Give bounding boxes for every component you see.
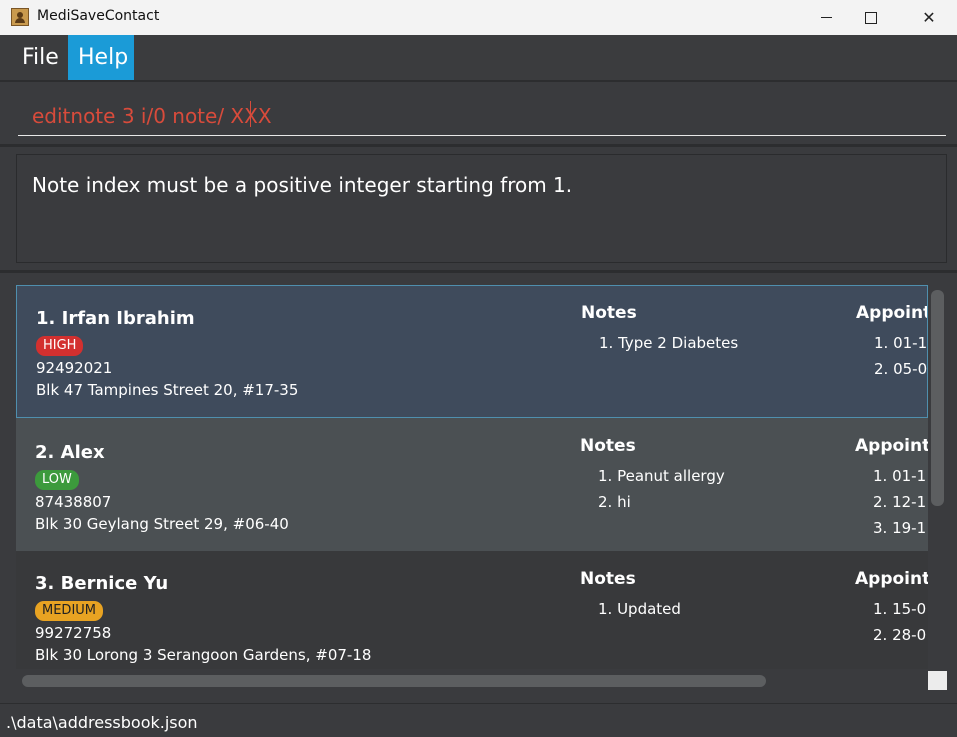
note-item: 1. Peanut allergy [598, 467, 725, 485]
person-phone: 92492021 [36, 359, 113, 377]
notes-title: Notes [580, 569, 636, 589]
result-display: Note index must be a positive integer st… [0, 147, 957, 273]
note-item: 2. hi [598, 493, 631, 511]
person-list[interactable]: 1. Irfan Ibrahim HIGH 92492021 Blk 47 Ta… [16, 285, 928, 669]
text-caret [250, 101, 251, 127]
status-bar: .\data\addressbook.json [0, 703, 957, 737]
person-address: Blk 30 Lorong 3 Serangoon Gardens, #07-1… [35, 646, 372, 664]
contact-book-icon [11, 8, 29, 26]
minimize-icon [820, 17, 832, 18]
appointments-title: Appointr [855, 436, 928, 456]
person-card[interactable]: 2. Alex LOW 87438807 Blk 30 Geylang Stre… [16, 418, 928, 551]
person-phone: 87438807 [35, 493, 112, 511]
scrollbar-corner [928, 671, 947, 690]
appointment-item: 2. 12-1 [873, 493, 927, 511]
person-card[interactable]: 1. Irfan Ibrahim HIGH 92492021 Blk 47 Ta… [16, 285, 928, 418]
person-name: 3. Bernice Yu [35, 573, 169, 594]
person-name: 1. Irfan Ibrahim [36, 308, 195, 329]
appointment-item: 1. 15-0 [873, 600, 927, 618]
appointment-item: 1. 01-1 [874, 334, 928, 352]
menu-help[interactable]: Help [68, 35, 134, 80]
menu-file[interactable]: File [12, 35, 69, 80]
appointment-item: 2. 28-0 [873, 626, 927, 644]
close-icon: ✕ [922, 8, 936, 27]
maximize-icon [865, 11, 877, 24]
result-message: Note index must be a positive integer st… [32, 173, 573, 197]
appointment-item: 2. 05-0 [874, 360, 928, 378]
result-box: Note index must be a positive integer st… [16, 154, 947, 263]
priority-tag: LOW [35, 470, 79, 490]
notes-title: Notes [580, 436, 636, 456]
appointments-title: Appointr [856, 303, 927, 323]
horizontal-scrollbar[interactable] [22, 675, 766, 687]
person-name: 2. Alex [35, 442, 105, 463]
person-card[interactable]: 3. Bernice Yu MEDIUM 99272758 Blk 30 Lor… [16, 551, 928, 669]
appointment-item: 1. 01-1 [873, 467, 927, 485]
command-box [0, 82, 957, 147]
title-bar: MediSaveContact ✕ [0, 0, 957, 35]
person-phone: 99272758 [35, 624, 112, 642]
note-item: 1. Updated [598, 600, 681, 618]
priority-tag: MEDIUM [35, 601, 104, 621]
note-item: 1. Type 2 Diabetes [599, 334, 739, 352]
notes-title: Notes [581, 303, 637, 323]
close-button[interactable]: ✕ [906, 0, 952, 35]
data-file-path: .\data\addressbook.json [6, 713, 198, 732]
command-input[interactable] [18, 96, 946, 136]
person-address: Blk 30 Geylang Street 29, #06-40 [35, 515, 289, 533]
window-title: MediSaveContact [37, 8, 160, 24]
vertical-scrollbar[interactable] [931, 290, 944, 506]
person-address: Blk 47 Tampines Street 20, #17-35 [36, 381, 299, 399]
maximize-button[interactable] [848, 0, 894, 35]
priority-tag: HIGH [36, 336, 84, 356]
person-list-panel: 1. Irfan Ibrahim HIGH 92492021 Blk 47 Ta… [0, 273, 957, 701]
menu-bar: File Help [0, 35, 957, 82]
minimize-button[interactable] [803, 0, 849, 35]
appointments-title: Appointr [855, 569, 928, 589]
appointment-item: 3. 19-1 [873, 519, 927, 537]
